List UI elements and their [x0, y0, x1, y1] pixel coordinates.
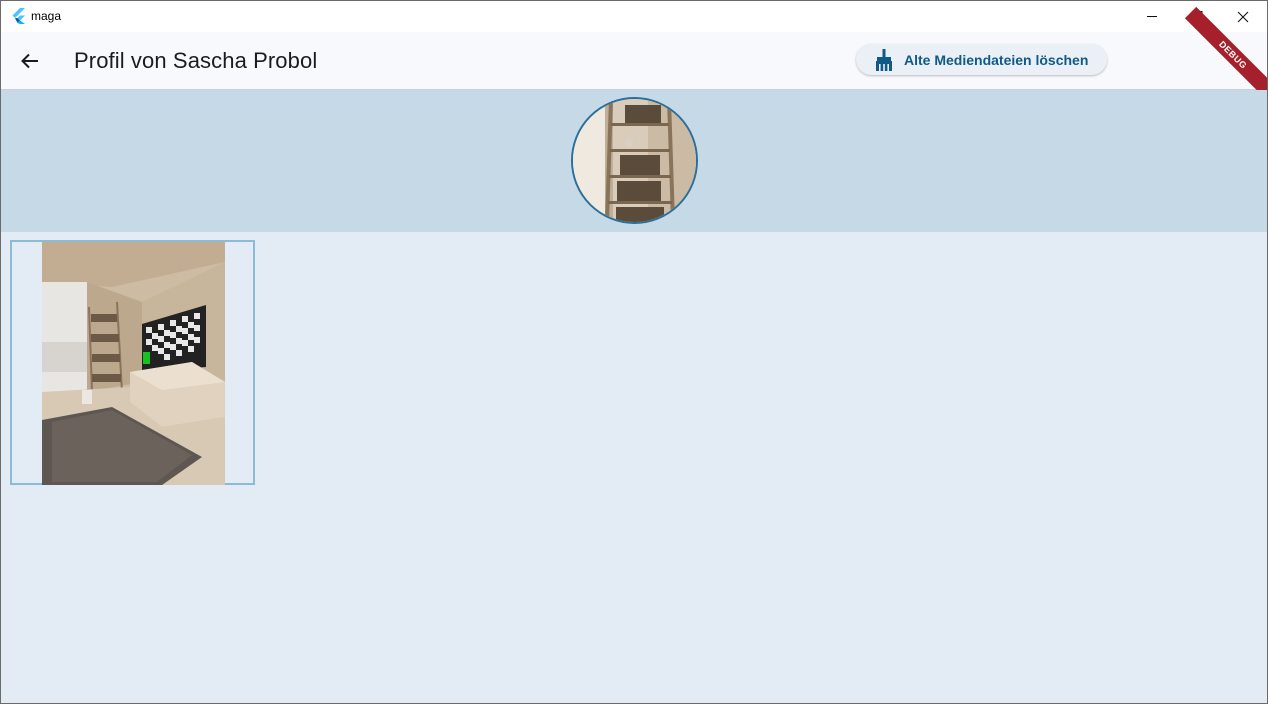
media-item[interactable]	[10, 240, 255, 485]
title-bar: maga	[1, 1, 1267, 32]
delete-old-media-label: Alte Mediendateien löschen	[904, 51, 1089, 68]
flutter-logo-icon	[12, 8, 25, 24]
minimize-button[interactable]	[1129, 1, 1175, 32]
delete-old-media-button[interactable]: Alte Mediendateien löschen	[856, 44, 1107, 75]
back-button[interactable]	[15, 46, 45, 76]
minimize-icon	[1146, 16, 1157, 17]
arrow-left-icon	[21, 53, 38, 69]
media-thumbnail	[42, 242, 225, 485]
broom-icon	[876, 48, 892, 71]
media-image	[42, 242, 225, 485]
page-title: Profil von Sascha Probol	[74, 48, 318, 73]
profile-header	[1, 90, 1267, 232]
window-title: maga	[31, 9, 62, 23]
close-icon	[1237, 11, 1249, 22]
profile-avatar[interactable]	[571, 97, 698, 224]
app-window: maga Profil von Sascha Probol Alte Medie…	[0, 0, 1268, 704]
close-button[interactable]	[1220, 1, 1266, 32]
avatar-image	[573, 99, 696, 222]
app-bar: Profil von Sascha Probol Alte Mediendate…	[1, 32, 1267, 90]
